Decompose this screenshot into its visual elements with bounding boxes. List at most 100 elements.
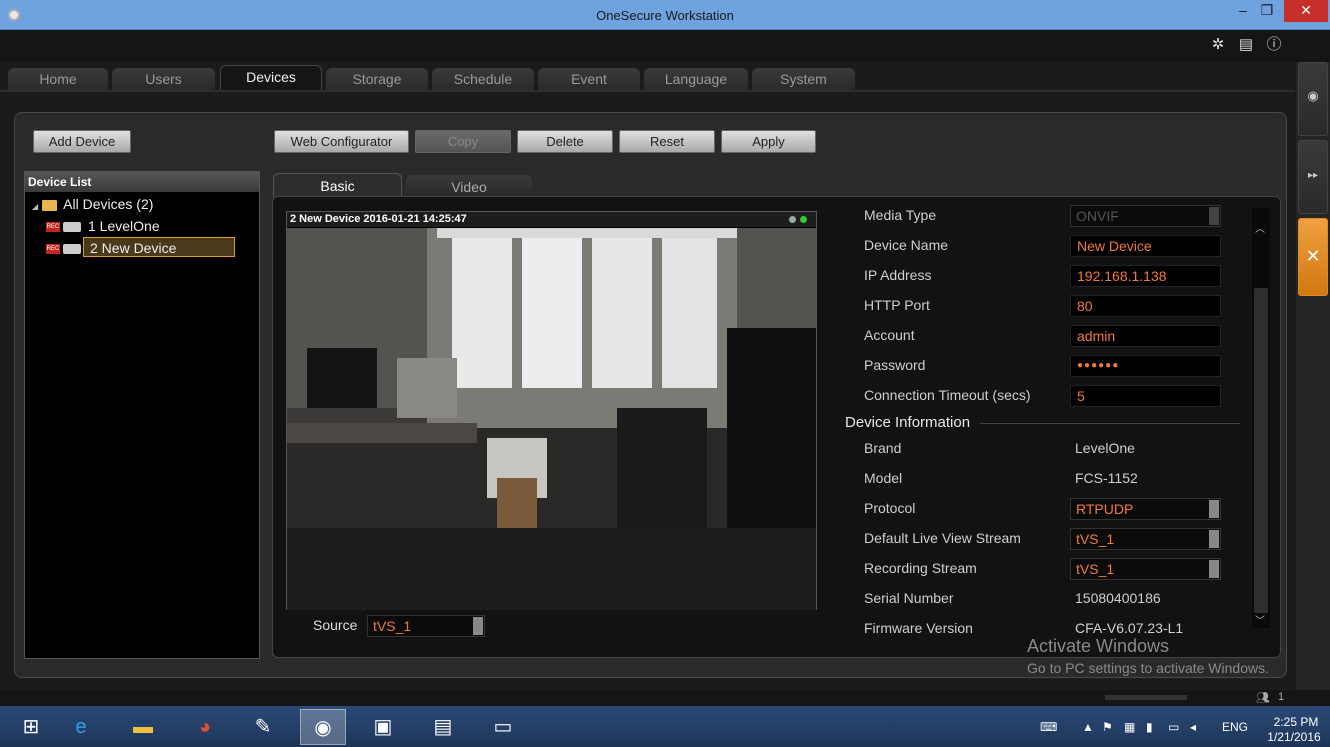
- tab-home[interactable]: Home: [8, 68, 108, 90]
- expand-icon[interactable]: ▸▸: [1298, 140, 1328, 214]
- reset-button[interactable]: Reset: [619, 130, 715, 153]
- dropdown-arrow-icon: [1209, 500, 1219, 518]
- recording-stream-value: tVS_1: [1076, 561, 1115, 577]
- rec-icon: REC: [46, 244, 60, 255]
- tray-expand-icon[interactable]: ▲: [1082, 720, 1094, 734]
- command-prompt-icon[interactable]: ▣: [360, 709, 406, 745]
- camera-icon: [63, 244, 81, 255]
- media-type-value: ONVIF: [1076, 208, 1119, 224]
- language-indicator[interactable]: ENG: [1222, 720, 1248, 734]
- account-label: Account: [864, 327, 915, 343]
- firmware-value: CFA-V6.07.23-L1: [1075, 620, 1184, 636]
- password-input[interactable]: ●●●●●●: [1070, 355, 1221, 377]
- web-configurator-button[interactable]: Web Configurator: [274, 130, 409, 153]
- collapse-icon[interactable]: ◢: [32, 202, 38, 211]
- window-title: OneSecure Workstation: [596, 8, 734, 23]
- network-icon[interactable]: ▦: [1124, 720, 1135, 734]
- clock-date[interactable]: 1/21/2016: [1262, 730, 1326, 744]
- http-port-input[interactable]: 80: [1070, 295, 1221, 317]
- firmware-label: Firmware Version: [864, 620, 973, 636]
- volume-slider[interactable]: [1105, 695, 1187, 700]
- chrome-icon[interactable]: ◕: [182, 709, 228, 745]
- signal-icon[interactable]: ▮: [1146, 720, 1153, 734]
- device-name-label: Device Name: [864, 237, 949, 253]
- users-icon: 👥︎: [1256, 692, 1270, 704]
- apply-button[interactable]: Apply: [721, 130, 816, 153]
- scroll-down-icon[interactable]: ﹀: [1255, 612, 1265, 627]
- activation-watermark-text: Go to PC settings to activate Windows.: [1027, 660, 1269, 676]
- source-select[interactable]: tVS_1: [367, 615, 485, 637]
- dropdown-arrow-icon: [1209, 207, 1219, 225]
- status-dot: [800, 216, 807, 223]
- document-icon[interactable]: ▤: [1238, 37, 1254, 53]
- live-stream-select[interactable]: tVS_1: [1070, 528, 1221, 550]
- ip-address-label: IP Address: [864, 267, 932, 283]
- device-name-input[interactable]: New Device: [1070, 235, 1221, 257]
- recording-stream-select[interactable]: tVS_1: [1070, 558, 1221, 580]
- device-item-1[interactable]: REC 1 LevelOne: [46, 216, 160, 236]
- device-info-heading: Device Information: [845, 414, 971, 431]
- display-icon[interactable]: ▭: [1168, 720, 1179, 734]
- folder-icon: [42, 199, 58, 211]
- close-button[interactable]: ✕: [1284, 0, 1328, 22]
- info-icon[interactable]: ⓘ: [1266, 37, 1282, 53]
- settings-app-icon[interactable]: ▤: [420, 709, 466, 745]
- video-header: 2 New Device 2016-01-21 14:25:47: [287, 212, 816, 227]
- paint-icon[interactable]: ✎: [240, 709, 286, 745]
- model-value: FCS-1152: [1075, 470, 1138, 486]
- timeout-input[interactable]: 5: [1070, 385, 1221, 407]
- media-type-label: Media Type: [864, 207, 937, 223]
- taskbar: ⊞ e ▬ ◕ ✎ ◉ ▣ ▤ ▭ ⌨ ▲ ⚑ ▦ ▮ ▭ ◂ ENG 2:25…: [0, 706, 1330, 747]
- clock-time[interactable]: 2:25 PM: [1266, 715, 1326, 729]
- tab-system[interactable]: System: [752, 68, 855, 90]
- tree-root[interactable]: ◢ All Devices (2): [32, 194, 153, 214]
- status-dot: [789, 216, 796, 223]
- remote-desktop-icon[interactable]: ▭: [480, 709, 526, 745]
- gear-icon[interactable]: ✲: [1210, 37, 1226, 53]
- source-label: Source: [313, 617, 358, 633]
- tree-root-label: All Devices (2): [63, 196, 154, 212]
- onesecure-taskbar-icon[interactable]: ◉: [300, 709, 346, 745]
- users-count: 1: [1278, 691, 1285, 703]
- tools-icon[interactable]: ✕: [1298, 218, 1328, 296]
- scroll-thumb[interactable]: [1254, 288, 1268, 613]
- subtab-basic[interactable]: Basic: [273, 173, 402, 197]
- ip-address-input[interactable]: 192.168.1.138: [1070, 265, 1221, 287]
- add-device-button[interactable]: Add Device: [33, 130, 131, 153]
- ie-icon[interactable]: e: [58, 709, 104, 745]
- camera-icon: [63, 222, 81, 233]
- maximize-button[interactable]: ❐: [1256, 0, 1278, 22]
- tab-event[interactable]: Event: [538, 68, 640, 90]
- tab-users[interactable]: Users: [112, 68, 215, 90]
- delete-button[interactable]: Delete: [517, 130, 613, 153]
- device-item-label: 2 New Device: [83, 237, 235, 257]
- recording-stream-label: Recording Stream: [864, 560, 977, 576]
- windows-start-icon[interactable]: ⊞: [8, 709, 54, 745]
- status-bar: 👥︎ 1: [0, 690, 1330, 706]
- device-item-2[interactable]: REC 2 New Device: [46, 237, 239, 257]
- speaker-icon[interactable]: ◂: [1190, 720, 1196, 734]
- protocol-select[interactable]: RTPUDP: [1070, 498, 1221, 520]
- title-bar: OneSecure Workstation – ❐ ✕: [0, 0, 1330, 30]
- protocol-label: Protocol: [864, 500, 916, 516]
- tab-storage[interactable]: Storage: [326, 68, 428, 90]
- dropdown-arrow-icon: [1209, 530, 1219, 548]
- scroll-up-icon[interactable]: ︿: [1255, 220, 1265, 235]
- copy-button[interactable]: Copy: [415, 130, 511, 153]
- flag-icon[interactable]: ⚑: [1102, 720, 1113, 734]
- http-port-label: HTTP Port: [864, 297, 930, 313]
- brand-label: Brand: [864, 440, 902, 456]
- camera-image: [287, 228, 816, 610]
- tab-devices[interactable]: Devices: [220, 65, 322, 92]
- keyboard-icon[interactable]: ⌨: [1040, 720, 1057, 734]
- tab-schedule[interactable]: Schedule: [432, 68, 534, 90]
- eye-icon[interactable]: ◉: [1298, 62, 1328, 136]
- timeout-label: Connection Timeout (secs): [864, 387, 1031, 403]
- file-explorer-icon[interactable]: ▬: [120, 709, 166, 745]
- account-input[interactable]: admin: [1070, 325, 1221, 347]
- minimize-button[interactable]: –: [1232, 0, 1254, 22]
- tab-language[interactable]: Language: [644, 68, 748, 90]
- settings-scrollbar[interactable]: ︿ ﹀: [1252, 208, 1270, 628]
- dropdown-arrow-icon: [473, 617, 483, 635]
- media-type-select[interactable]: ONVIF: [1070, 205, 1221, 227]
